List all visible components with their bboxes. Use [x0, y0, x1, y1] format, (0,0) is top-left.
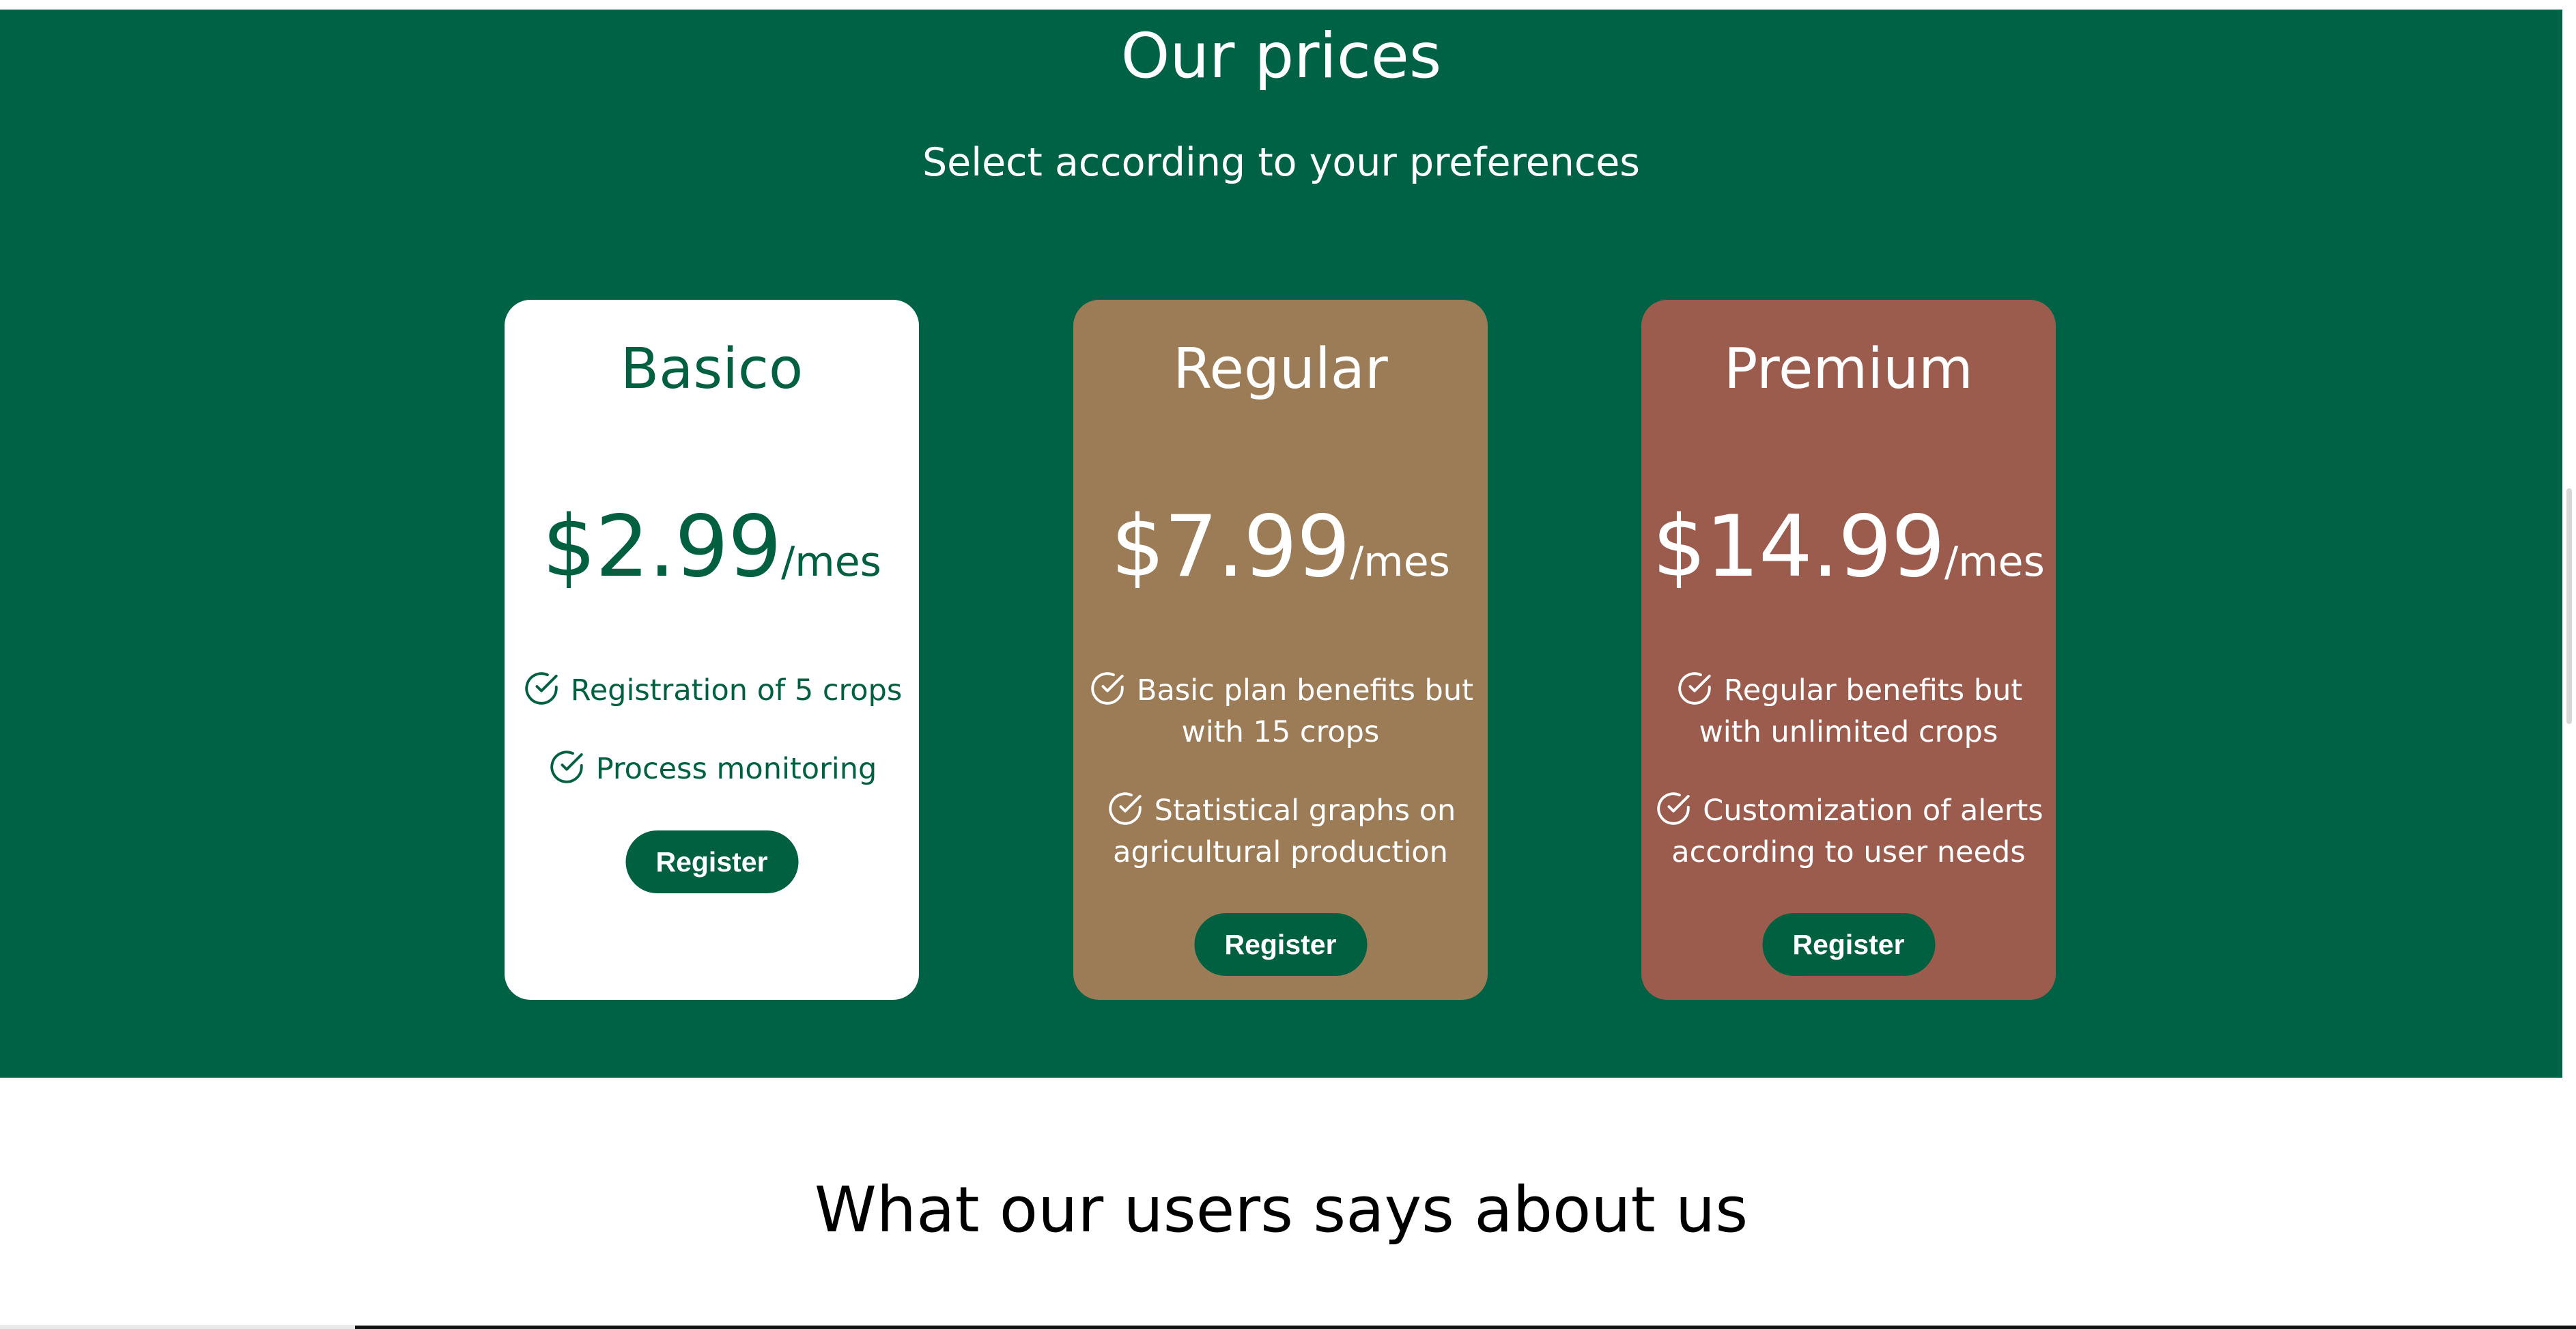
- feature-item: Process monitoring: [517, 747, 907, 790]
- plan-card-premium: Premium $14.99/mes Regular benefits but …: [1641, 300, 2056, 1000]
- feature-item: Regular benefits but with unlimited crop…: [1654, 669, 2043, 753]
- feature-text: Process monitoring: [595, 752, 877, 786]
- price-value: $2.99: [542, 498, 782, 596]
- page: Our prices Select according to your pref…: [0, 0, 2576, 1329]
- prices-section: Our prices Select according to your pref…: [0, 10, 2562, 1078]
- check-circle-icon: [1654, 789, 1693, 828]
- price-period: /mes: [781, 538, 881, 586]
- feature-text: Regular benefits but with unlimited crop…: [1699, 673, 2023, 749]
- feature-item: Registration of 5 crops: [517, 669, 907, 712]
- check-circle-icon: [1088, 669, 1127, 708]
- price-period: /mes: [1350, 538, 1450, 586]
- check-circle-icon: [1675, 669, 1714, 708]
- feature-list: Regular benefits but with unlimited crop…: [1654, 669, 2043, 909]
- plan-price: $14.99/mes: [1641, 496, 2056, 624]
- plan-name: Regular: [1173, 337, 1388, 402]
- plan-card-regular: Regular $7.99/mes Basic plan benefits bu…: [1073, 300, 1488, 1000]
- feature-text: Basic plan benefits but with 15 crops: [1137, 673, 1473, 749]
- prices-title: Our prices: [1120, 20, 1442, 92]
- plan-name: Basico: [620, 337, 804, 402]
- feature-item: Statistical graphs on agricultural produ…: [1086, 789, 1475, 873]
- plan-price: $2.99/mes: [505, 496, 919, 624]
- feature-text: Customization of alerts according to use…: [1671, 794, 2043, 869]
- register-button-basico[interactable]: Register: [625, 830, 798, 893]
- price-value: $14.99: [1652, 498, 1945, 596]
- scrollbar-thumb[interactable]: [2566, 488, 2572, 724]
- bottom-edge-divider: [355, 1326, 2576, 1329]
- plan-name: Premium: [1724, 337, 1973, 402]
- price-period: /mes: [1944, 538, 2045, 586]
- feature-list: Registration of 5 crops Process monitori…: [517, 669, 907, 826]
- price-value: $7.99: [1111, 498, 1350, 596]
- feature-list: Basic plan benefits but with 15 crops St…: [1086, 669, 1475, 909]
- plan-card-basico: Basico $2.99/mes Registration of 5 crops: [505, 300, 919, 1000]
- feature-text: Registration of 5 crops: [570, 673, 903, 708]
- feature-item: Customization of alerts according to use…: [1654, 789, 2043, 873]
- testimonials-title: What our users says about us: [814, 1173, 1749, 1246]
- register-button-premium[interactable]: Register: [1762, 913, 1935, 976]
- prices-subtitle: Select according to your preferences: [922, 140, 1640, 185]
- check-circle-icon: [1105, 789, 1145, 828]
- feature-item: Basic plan benefits but with 15 crops: [1086, 669, 1475, 753]
- check-circle-icon: [522, 669, 561, 708]
- register-button-regular[interactable]: Register: [1194, 913, 1367, 976]
- plan-price: $7.99/mes: [1073, 496, 1488, 624]
- check-circle-icon: [547, 747, 586, 787]
- feature-text: Statistical graphs on agricultural produ…: [1113, 794, 1456, 869]
